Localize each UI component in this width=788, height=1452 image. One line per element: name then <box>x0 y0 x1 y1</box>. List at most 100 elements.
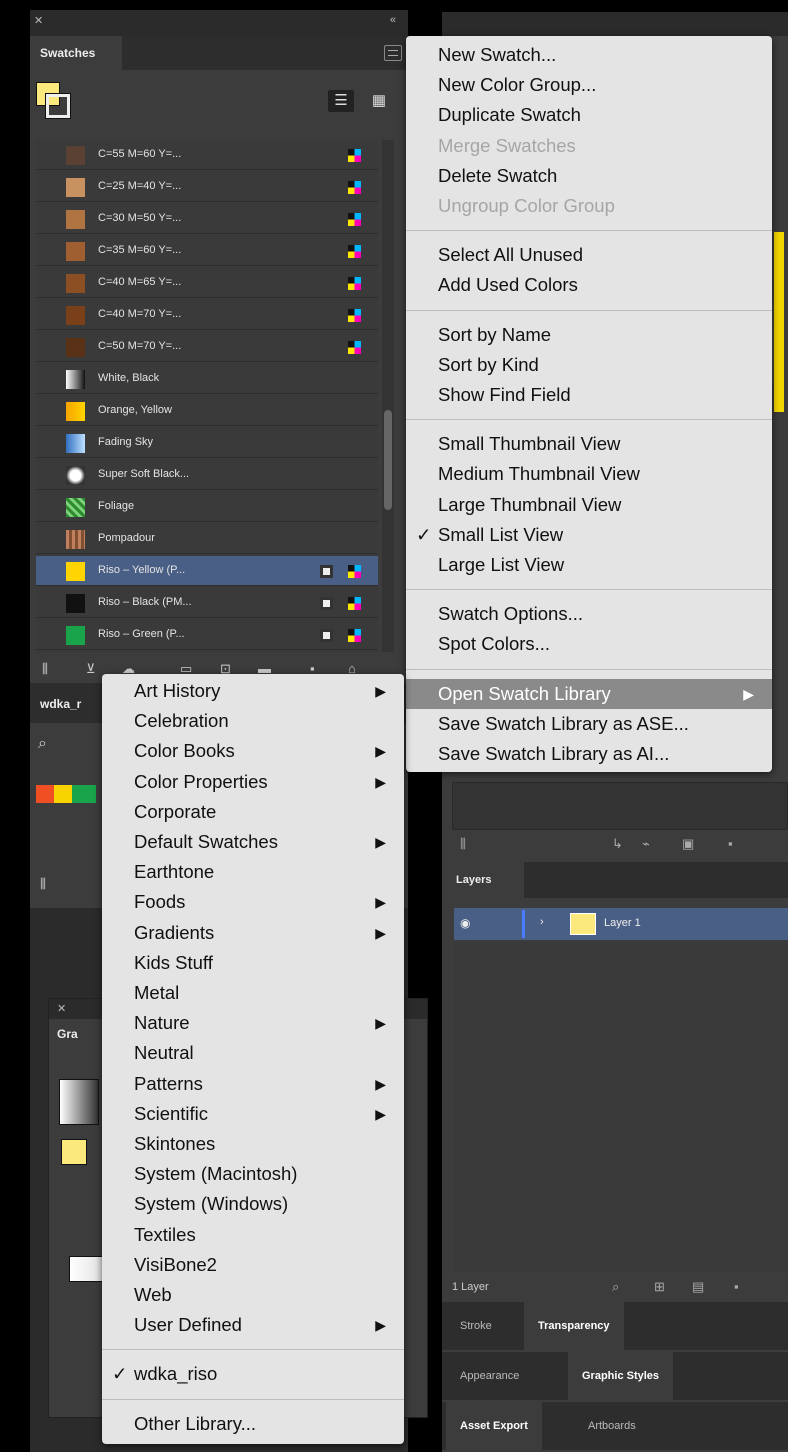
swatch-row[interactable]: C=30 M=50 Y=... <box>36 204 378 234</box>
menu-item-sort-by-name[interactable]: Sort by Name <box>406 320 772 350</box>
swatch-row[interactable]: Riso – Black (PM... <box>36 588 378 618</box>
swatch-row[interactable]: Pompadour <box>36 524 378 554</box>
tab-appearance[interactable]: Appearance <box>446 1352 533 1400</box>
menu-item-sort-by-kind[interactable]: Sort by Kind <box>406 350 772 380</box>
menu-item-patterns[interactable]: Patterns ▶ <box>102 1069 404 1099</box>
swatch-row[interactable]: Riso – Green (P... <box>36 620 378 650</box>
swatch-row[interactable]: Foliage <box>36 492 378 522</box>
layer-row[interactable]: ◉ › Layer 1 <box>454 908 788 940</box>
tab-swatches[interactable]: Swatches <box>30 36 122 70</box>
library-menu-icon-2[interactable]: ⫼ <box>40 876 46 892</box>
swatch-row[interactable]: C=40 M=65 Y=... <box>36 268 378 298</box>
menu-item-default-swatches[interactable]: Default Swatches ▶ <box>102 827 404 857</box>
menu-item-swatch-options[interactable]: Swatch Options... <box>406 599 772 629</box>
tab-layers[interactable]: Layers <box>442 862 524 898</box>
new-icon[interactable]: ▪ <box>728 836 733 851</box>
collapse-icon[interactable]: « <box>390 14 396 26</box>
menu-item-color-properties[interactable]: Color Properties ▶ <box>102 767 404 797</box>
tab-artboards[interactable]: Artboards <box>574 1402 650 1450</box>
swatch-row[interactable]: Super Soft Black... <box>36 460 378 490</box>
gradient-preview[interactable] <box>59 1079 99 1125</box>
layer-name[interactable]: Layer 1 <box>604 917 641 929</box>
library-swatch-chips[interactable] <box>36 785 96 803</box>
menu-item-large-list-view[interactable]: Large List View <box>406 550 772 580</box>
menu-item-system-macintosh[interactable]: System (Macintosh) <box>102 1159 404 1189</box>
cmyk-mode-icon <box>348 149 361 162</box>
menu-item-other-library[interactable]: Other Library... <box>102 1409 404 1439</box>
menu-item-gradients[interactable]: Gradients ▶ <box>102 918 404 948</box>
menu-item-celebration[interactable]: Celebration <box>102 706 404 736</box>
menu-item-nature[interactable]: Nature ▶ <box>102 1008 404 1038</box>
menu-item-neutral[interactable]: Neutral <box>102 1038 404 1068</box>
search-icon[interactable]: ⌕ <box>38 735 47 753</box>
swatch-row[interactable]: C=50 M=70 Y=... <box>36 332 378 362</box>
menu-item-web[interactable]: Web <box>102 1280 404 1310</box>
visibility-eye-icon[interactable]: ◉ <box>460 916 470 930</box>
menu-item-small-list-view[interactable]: ✓ Small List View <box>406 520 772 550</box>
menu-item-earthtone[interactable]: Earthtone <box>102 857 404 887</box>
show-kinds-icon[interactable]: ⊻ <box>86 661 96 677</box>
menu-item-large-thumbnail-view[interactable]: Large Thumbnail View <box>406 490 772 520</box>
menu-item-spot-colors[interactable]: Spot Colors... <box>406 629 772 659</box>
place-icon[interactable]: ↳ <box>612 836 623 852</box>
grid-view-icon[interactable]: ▦ <box>366 90 392 112</box>
close-icon[interactable]: ✕ <box>34 14 43 27</box>
swatch-row[interactable]: White, Black <box>36 364 378 394</box>
search-icon[interactable]: ⌕ <box>612 1279 619 1295</box>
tab-stroke[interactable]: Stroke <box>446 1302 506 1350</box>
menu-item-color-books[interactable]: Color Books ▶ <box>102 736 404 766</box>
tab-asset-export[interactable]: Asset Export <box>446 1402 542 1450</box>
library-menu-icon[interactable]: ⫼ <box>460 836 466 852</box>
menu-item-wdka-riso[interactable]: ✓ wdka_riso <box>102 1359 404 1389</box>
tab-graphic-styles[interactable]: Graphic Styles <box>568 1352 674 1400</box>
swatch-row[interactable]: Riso – Yellow (P... <box>36 556 378 586</box>
tab-gradient[interactable]: Gra <box>49 1019 109 1049</box>
gradient-fill-swatch[interactable] <box>61 1139 87 1165</box>
menu-item-show-find-field[interactable]: Show Find Field <box>406 380 772 410</box>
swatch-row[interactable]: Orange, Yellow <box>36 396 378 426</box>
menu-item-foods[interactable]: Foods ▶ <box>102 887 404 917</box>
menu-item-save-swatch-library-as-ase[interactable]: Save Swatch Library as ASE... <box>406 709 772 739</box>
menu-item-add-used-colors[interactable]: Add Used Colors <box>406 270 772 300</box>
close-icon[interactable]: ✕ <box>57 1002 66 1015</box>
menu-item-visibone2[interactable]: VisiBone2 <box>102 1250 404 1280</box>
menu-item-new-swatch[interactable]: New Swatch... <box>406 40 772 70</box>
expand-caret-icon[interactable]: › <box>540 916 544 928</box>
menu-item-system-windows[interactable]: System (Windows) <box>102 1189 404 1219</box>
library-menu-icon[interactable]: ⫼ <box>42 661 48 677</box>
menu-item-scientific[interactable]: Scientific ▶ <box>102 1099 404 1129</box>
menu-item-kids-stuff[interactable]: Kids Stuff <box>102 948 404 978</box>
swatch-row[interactable]: Fading Sky <box>36 428 378 458</box>
swatch-row[interactable]: C=35 M=60 Y=... <box>36 236 378 266</box>
list-view-icon[interactable]: ☰ <box>328 90 354 112</box>
swatch-row[interactable]: C=55 M=60 Y=... <box>36 140 378 170</box>
menu-item-open-swatch-library[interactable]: Open Swatch Library ▶ <box>406 678 772 709</box>
swatch-list-scrollbar[interactable] <box>382 140 394 652</box>
menu-item-textiles[interactable]: Textiles <box>102 1220 404 1250</box>
menu-item-skintones[interactable]: Skintones <box>102 1129 404 1159</box>
menu-item-label: New Swatch... <box>438 44 557 65</box>
menu-item-new-color-group[interactable]: New Color Group... <box>406 70 772 100</box>
export-icon[interactable]: ⊞ <box>654 1279 665 1295</box>
menu-item-medium-thumbnail-view[interactable]: Medium Thumbnail View <box>406 459 772 489</box>
tab-transparency[interactable]: Transparency <box>524 1302 624 1350</box>
menu-item-select-all-unused[interactable]: Select All Unused <box>406 240 772 270</box>
menu-item-user-defined[interactable]: User Defined ▶ <box>102 1310 404 1340</box>
new-layer-icon[interactable]: ▪ <box>734 1279 739 1294</box>
menu-item-label: Small List View <box>438 523 564 545</box>
menu-item-duplicate-swatch[interactable]: Duplicate Swatch <box>406 100 772 130</box>
menu-item-art-history[interactable]: Art History ▶ <box>102 676 404 706</box>
menu-item-metal[interactable]: Metal <box>102 978 404 1008</box>
menu-item-delete-swatch[interactable]: Delete Swatch <box>406 161 772 191</box>
stroke-swatch[interactable] <box>45 93 71 119</box>
unlink-icon[interactable]: ⌁ <box>642 836 650 852</box>
swatch-row[interactable]: C=25 M=40 Y=... <box>36 172 378 202</box>
edit-icon[interactable]: ▣ <box>682 836 694 852</box>
panel-menu-icon[interactable] <box>384 45 402 61</box>
menu-item-save-swatch-library-as-ai[interactable]: Save Swatch Library as AI... <box>406 739 772 769</box>
menu-item-corporate[interactable]: Corporate <box>102 797 404 827</box>
menu-item-small-thumbnail-view[interactable]: Small Thumbnail View <box>406 429 772 459</box>
swatch-row[interactable]: C=40 M=70 Y=... <box>36 300 378 330</box>
clipping-mask-icon[interactable]: ▤ <box>692 1279 704 1295</box>
scrollbar-thumb[interactable] <box>384 410 392 510</box>
